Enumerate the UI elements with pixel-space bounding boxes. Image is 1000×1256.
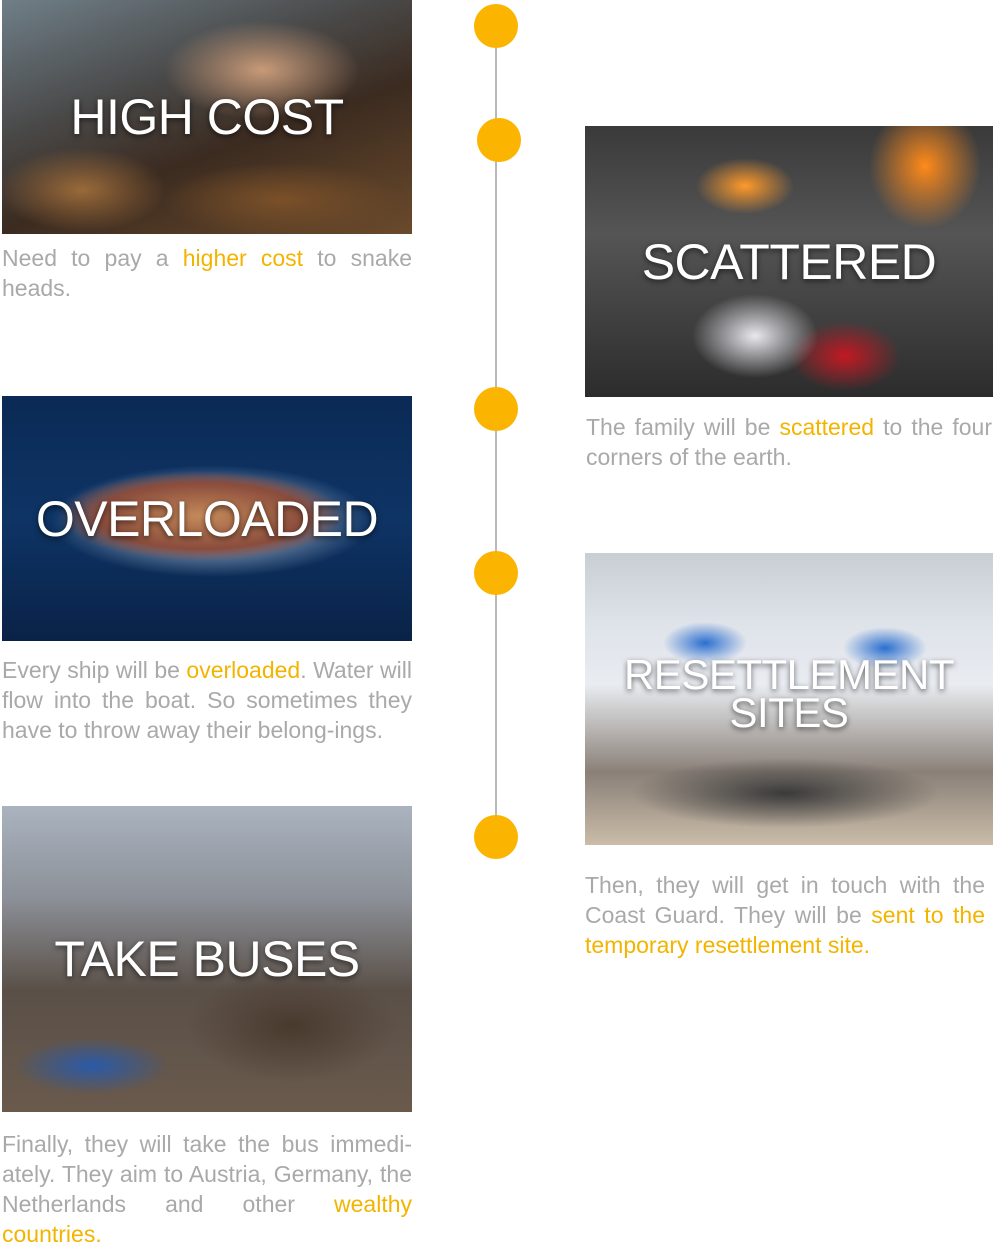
card-title-take-buses: TAKE BUSES: [54, 931, 360, 987]
desc-text: The family will be: [586, 414, 780, 440]
card-overloaded: OVERLOADED: [2, 396, 412, 641]
description-overloaded: Every ship will be overloaded. Water wil…: [2, 655, 412, 745]
description-high-cost: Need to pay a higher cost to snake heads…: [2, 243, 412, 303]
card-resettlement: RESETTLEMENT SITES: [585, 553, 993, 845]
description-take-buses: Finally, they will take the bus immedi-a…: [2, 1129, 412, 1249]
card-title-scattered: SCATTERED: [641, 233, 937, 290]
card-title-overloaded: OVERLOADED: [35, 490, 379, 547]
highlight-text: higher cost: [182, 245, 304, 271]
desc-text: Every ship will be: [2, 657, 187, 683]
highlight-text: scattered: [779, 414, 875, 440]
timeline-dot-1: [474, 4, 518, 48]
card-title-high-cost: HIGH COST: [70, 89, 344, 145]
card-take-buses: TAKE BUSES: [2, 806, 412, 1112]
card-scattered: SCATTERED: [585, 126, 993, 397]
desc-text: Need to pay a: [2, 245, 183, 271]
timeline-dot-4: [474, 551, 518, 595]
description-scattered: The family will be scattered to the four…: [586, 412, 992, 472]
card-high-cost: HIGH COST: [2, 0, 412, 234]
timeline-dot-2: [477, 118, 521, 162]
highlight-text: overloaded: [186, 657, 301, 683]
card-title-resettlement: RESETTLEMENT SITES: [624, 654, 955, 736]
timeline-dot-5: [474, 815, 518, 859]
timeline-dot-3: [474, 387, 518, 431]
title-line: SITES: [729, 689, 849, 736]
description-resettlement: Then, they will get in touch with the Co…: [585, 870, 985, 960]
